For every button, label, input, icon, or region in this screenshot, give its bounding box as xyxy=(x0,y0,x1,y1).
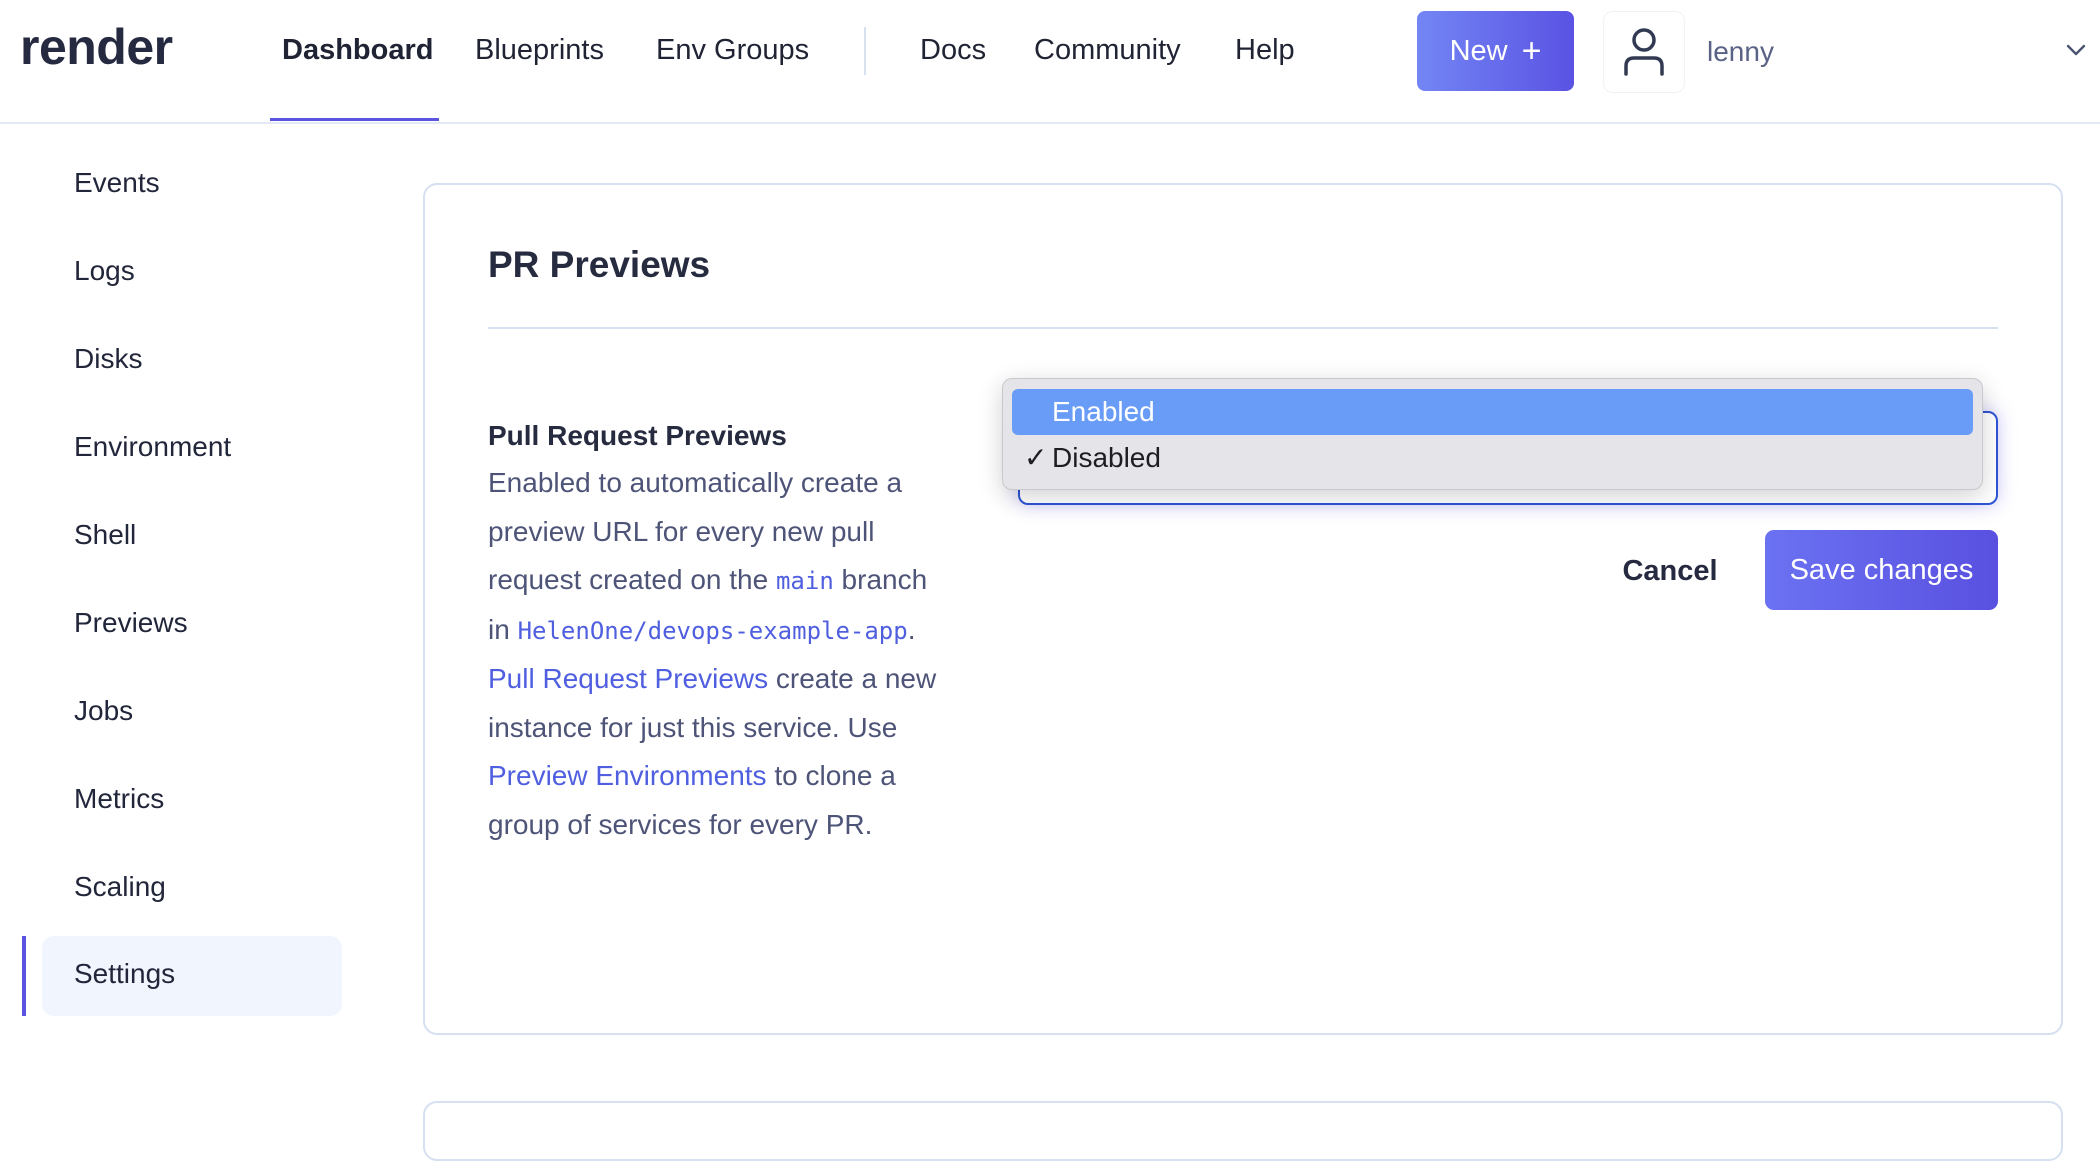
plus-icon: + xyxy=(1521,32,1542,70)
sidebar-item-label: Settings xyxy=(74,958,176,989)
sidebar-item-label: Previews xyxy=(74,607,188,638)
sidebar-item-previews[interactable]: Previews xyxy=(42,585,342,665)
sidebar-item-events[interactable]: Events xyxy=(42,145,342,225)
new-button[interactable]: New + xyxy=(1417,11,1574,91)
sidebar-item-scaling[interactable]: Scaling xyxy=(42,849,342,929)
sidebar-item-label: Shell xyxy=(74,519,137,550)
sidebar-item-environment[interactable]: Environment xyxy=(42,409,342,489)
sidebar-item-label: Metrics xyxy=(74,783,165,814)
next-settings-card xyxy=(423,1101,2063,1161)
sidebar-item-label: Disks xyxy=(74,343,143,374)
nav-divider xyxy=(864,27,866,75)
avatar[interactable] xyxy=(1603,11,1685,93)
preview-environments-link[interactable]: Preview Environments xyxy=(488,760,767,791)
cancel-button[interactable]: Cancel xyxy=(1610,549,1730,593)
card-divider xyxy=(488,327,1998,329)
nav-dashboard[interactable]: Dashboard xyxy=(282,34,433,67)
save-changes-button[interactable]: Save changes xyxy=(1765,530,1998,610)
option-disabled[interactable]: ✓ Disabled xyxy=(1012,435,1973,481)
card-title: PR Previews xyxy=(488,244,711,285)
render-logo[interactable]: render xyxy=(20,18,173,76)
field-description: Enabled to automatically create a previe… xyxy=(488,459,938,849)
sidebar-item-label: Jobs xyxy=(74,695,134,726)
top-header: render Dashboard Blueprints Env Groups D… xyxy=(0,0,2100,124)
nav-community[interactable]: Community xyxy=(1034,34,1181,67)
sidebar-item-logs[interactable]: Logs xyxy=(42,233,342,313)
nav-blueprints[interactable]: Blueprints xyxy=(475,34,604,67)
pull-request-previews-link[interactable]: Pull Request Previews xyxy=(488,663,768,694)
chevron-down-icon[interactable] xyxy=(2064,38,2088,62)
sidebar-item-jobs[interactable]: Jobs xyxy=(42,673,342,753)
nav-active-underline xyxy=(270,118,439,121)
new-button-label: New xyxy=(1449,34,1508,67)
desc-text: . xyxy=(907,613,916,645)
user-icon xyxy=(1624,28,1664,76)
field-label: Pull Request Previews xyxy=(488,420,787,451)
option-label: Disabled xyxy=(1052,442,1161,473)
sidebar-item-label: Events xyxy=(74,167,160,198)
checkmark-icon: ✓ xyxy=(1024,442,1048,473)
nav-env-groups[interactable]: Env Groups xyxy=(656,34,809,67)
option-label: Enabled xyxy=(1052,396,1155,427)
sidebar-item-shell[interactable]: Shell xyxy=(42,497,342,577)
username[interactable]: lenny xyxy=(1707,36,1774,68)
nav-docs[interactable]: Docs xyxy=(920,34,986,67)
sidebar-item-settings[interactable]: Settings xyxy=(42,936,342,1016)
sidebar-item-label: Logs xyxy=(74,255,135,286)
branch-name: main xyxy=(775,567,834,595)
sidebar-item-label: Environment xyxy=(74,431,232,462)
sidebar-item-metrics[interactable]: Metrics xyxy=(42,761,342,841)
nav-help[interactable]: Help xyxy=(1235,34,1295,67)
sidebar-item-label: Scaling xyxy=(74,871,166,902)
repo-link[interactable]: HelenOne/devops-example-app xyxy=(518,617,908,645)
select-dropdown-menu: Enabled ✓ Disabled xyxy=(1002,378,1983,490)
sidebar-active-indicator xyxy=(22,936,26,1016)
option-enabled[interactable]: Enabled xyxy=(1012,389,1973,435)
sidebar-item-disks[interactable]: Disks xyxy=(42,321,342,401)
